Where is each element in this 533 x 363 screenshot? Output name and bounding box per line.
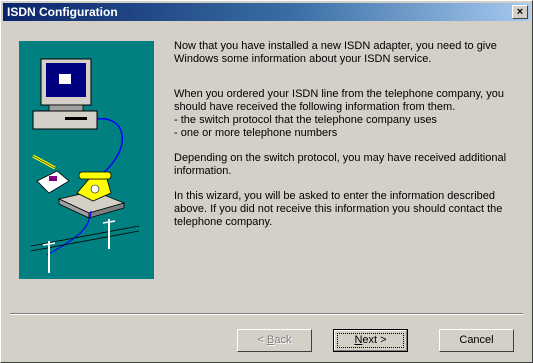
switch-protocol-paragraph: Depending on the switch protocol, you ma… (174, 152, 507, 177)
window-title: ISDN Configuration (7, 5, 118, 19)
wizard-text: Now that you have installed a new ISDN a… (174, 40, 524, 241)
button-separator (10, 313, 523, 315)
requirements-paragraph: When you ordered your ISDN line from the… (174, 88, 504, 139)
back-button[interactable]: < Back (237, 329, 312, 352)
cancel-button[interactable]: Cancel (439, 329, 514, 352)
isdn-configuration-dialog: ISDN Configuration × Now that you have i… (0, 0, 533, 363)
computer-phone-isdn-illustration (19, 41, 154, 279)
close-button[interactable]: × (512, 5, 528, 19)
intro-paragraph: Now that you have installed a new ISDN a… (174, 40, 497, 65)
next-button[interactable]: Next > (333, 329, 408, 352)
wizard-info-paragraph: In this wizard, you will be asked to ent… (174, 190, 503, 228)
title-bar[interactable]: ISDN Configuration × (3, 3, 530, 21)
